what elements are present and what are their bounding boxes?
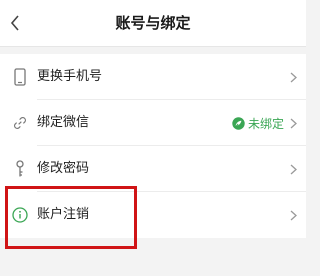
chevron-right-icon: [288, 146, 298, 192]
wechat-icon: [232, 116, 245, 130]
change-phone-label: 更换手机号: [37, 69, 103, 84]
chevron-right-icon: [288, 100, 298, 146]
bind-wechat-label: 绑定微信: [37, 115, 90, 130]
phone-icon: [12, 54, 28, 100]
cancel-account-item[interactable]: 账户注销: [0, 192, 306, 238]
change-password-label: 修改密码: [37, 161, 90, 176]
cancel-account-label: 账户注销: [37, 207, 90, 222]
chevron-right-icon: [288, 54, 298, 100]
link-icon: [12, 100, 28, 146]
nav-bar: 账号与绑定: [0, 0, 306, 47]
chevron-right-icon: [288, 192, 298, 238]
key-icon: [12, 146, 28, 192]
info-circle-icon: [12, 192, 28, 238]
settings-list: 更换手机号 绑定微信 未绑定 修改密码 账户注销: [0, 54, 306, 238]
bind-wechat-item[interactable]: 绑定微信 未绑定: [0, 100, 306, 146]
binding-status: 未绑定: [232, 100, 284, 146]
page-title: 账号与绑定: [115, 14, 191, 32]
change-password-item[interactable]: 修改密码: [0, 146, 306, 192]
change-phone-item[interactable]: 更换手机号: [0, 54, 306, 100]
binding-status-text: 未绑定: [247, 116, 284, 131]
